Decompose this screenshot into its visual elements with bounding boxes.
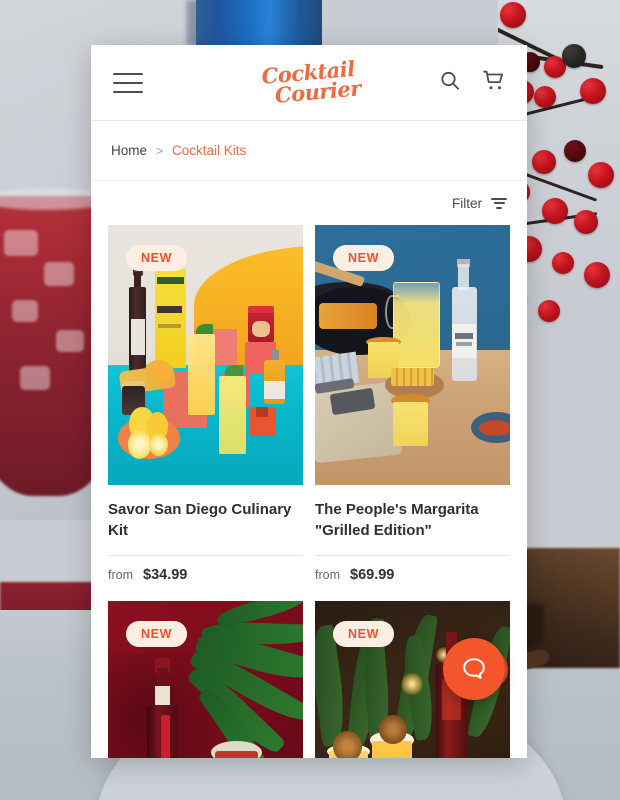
site-logo[interactable]: Cocktail Courier (256, 55, 362, 108)
photo-grilled-pineapple (391, 368, 434, 387)
berry (584, 262, 610, 288)
background-ice-cube (12, 300, 38, 322)
berry (588, 162, 614, 188)
price-value: $34.99 (143, 566, 188, 583)
photo-honey-label (264, 381, 286, 400)
badge-new: NEW (126, 620, 187, 647)
search-icon[interactable] (438, 68, 462, 97)
berry (534, 86, 556, 108)
badge-new: NEW (126, 245, 187, 271)
photo-package-text (156, 305, 183, 314)
photo-pasta-package (154, 269, 186, 368)
hamburger-line (113, 72, 143, 75)
background-ice-cube (56, 330, 84, 352)
filter-line (496, 206, 502, 209)
berry (500, 2, 526, 28)
breadcrumb-current[interactable]: Cocktail Kits (172, 143, 246, 158)
photo-lemon-half (127, 430, 151, 459)
photo-cocktail-glass (187, 334, 216, 415)
filter-label[interactable]: Filter (452, 196, 482, 211)
photo-jar-label (252, 321, 270, 337)
photo-bottle-label (452, 323, 476, 358)
shopping-cart-icon[interactable] (482, 68, 507, 97)
badge-new: NEW (333, 620, 394, 647)
filter-line (491, 197, 507, 200)
filter-funnel-icon[interactable] (491, 197, 507, 209)
site-header: Cocktail Courier (91, 45, 527, 121)
breadcrumb-home[interactable]: Home (111, 143, 147, 158)
filter-line (493, 202, 505, 204)
product-card[interactable]: NEW Savor San Diego Culinary Kit from $3… (108, 225, 303, 583)
photo-label-text (455, 332, 473, 340)
hamburger-icon[interactable] (113, 72, 143, 93)
photo-jar-lid (248, 305, 274, 314)
product-price-row: from $69.99 (315, 567, 510, 583)
header-actions (438, 68, 507, 97)
product-card[interactable]: NEW The People's Margarita "Grilled Edit… (315, 225, 510, 583)
photo-chili-salt (478, 420, 510, 436)
photo-package-text (157, 323, 182, 328)
browser-window: Cocktail Courier Home > Cocktail Kits Fi… (91, 45, 527, 758)
background-ice-cube (44, 262, 74, 286)
divider (315, 554, 510, 556)
photo-margarita-pitcher (393, 282, 440, 368)
berry (552, 252, 574, 274)
breadcrumb-separator: > (156, 143, 164, 158)
product-image[interactable]: NEW (108, 600, 303, 758)
product-card[interactable]: NEW (108, 600, 303, 758)
price-prefix: from (108, 567, 133, 582)
photo-red-cocktail (215, 751, 259, 758)
badge-new: NEW (333, 245, 394, 271)
filter-bar: Filter (91, 181, 527, 225)
product-image[interactable]: NEW (315, 225, 510, 485)
berry (580, 78, 606, 104)
divider (108, 554, 303, 556)
product-price-row: from $34.99 (108, 567, 303, 583)
photo-label-text (456, 342, 472, 347)
photo-dried-citrus (379, 714, 407, 744)
background-ice-cube (4, 230, 38, 256)
photo-margarita-glass (393, 401, 429, 446)
price-value: $69.99 (350, 566, 395, 583)
photo-package-text (156, 277, 185, 284)
photo-bottle-neck (458, 264, 470, 290)
berry (538, 300, 560, 322)
photo-cocktail-glass (219, 375, 247, 454)
hamburger-line (113, 81, 143, 84)
hamburger-line (113, 90, 143, 93)
product-title[interactable]: Savor San Diego Culinary Kit (108, 499, 303, 542)
logo-line-2: Courier (273, 75, 362, 108)
berry (532, 150, 556, 174)
product-title[interactable]: The People's Margarita "Grilled Edition" (315, 499, 510, 542)
price-prefix: from (315, 567, 340, 582)
background-blue-bottle (196, 0, 322, 50)
product-image[interactable]: NEW (108, 225, 303, 485)
berry (542, 198, 568, 224)
berry (562, 44, 586, 68)
photo-dried-citrus (332, 730, 362, 758)
photo-cube-hole (256, 407, 268, 418)
photo-bottle-label (131, 318, 145, 355)
berry (564, 140, 586, 162)
berry (574, 210, 598, 234)
background-ice-cube (20, 366, 50, 390)
breadcrumb: Home > Cocktail Kits (91, 121, 527, 181)
chat-bubble-icon[interactable] (443, 638, 505, 700)
photo-grilled-food (318, 303, 378, 329)
photo-ribbon (160, 714, 171, 758)
